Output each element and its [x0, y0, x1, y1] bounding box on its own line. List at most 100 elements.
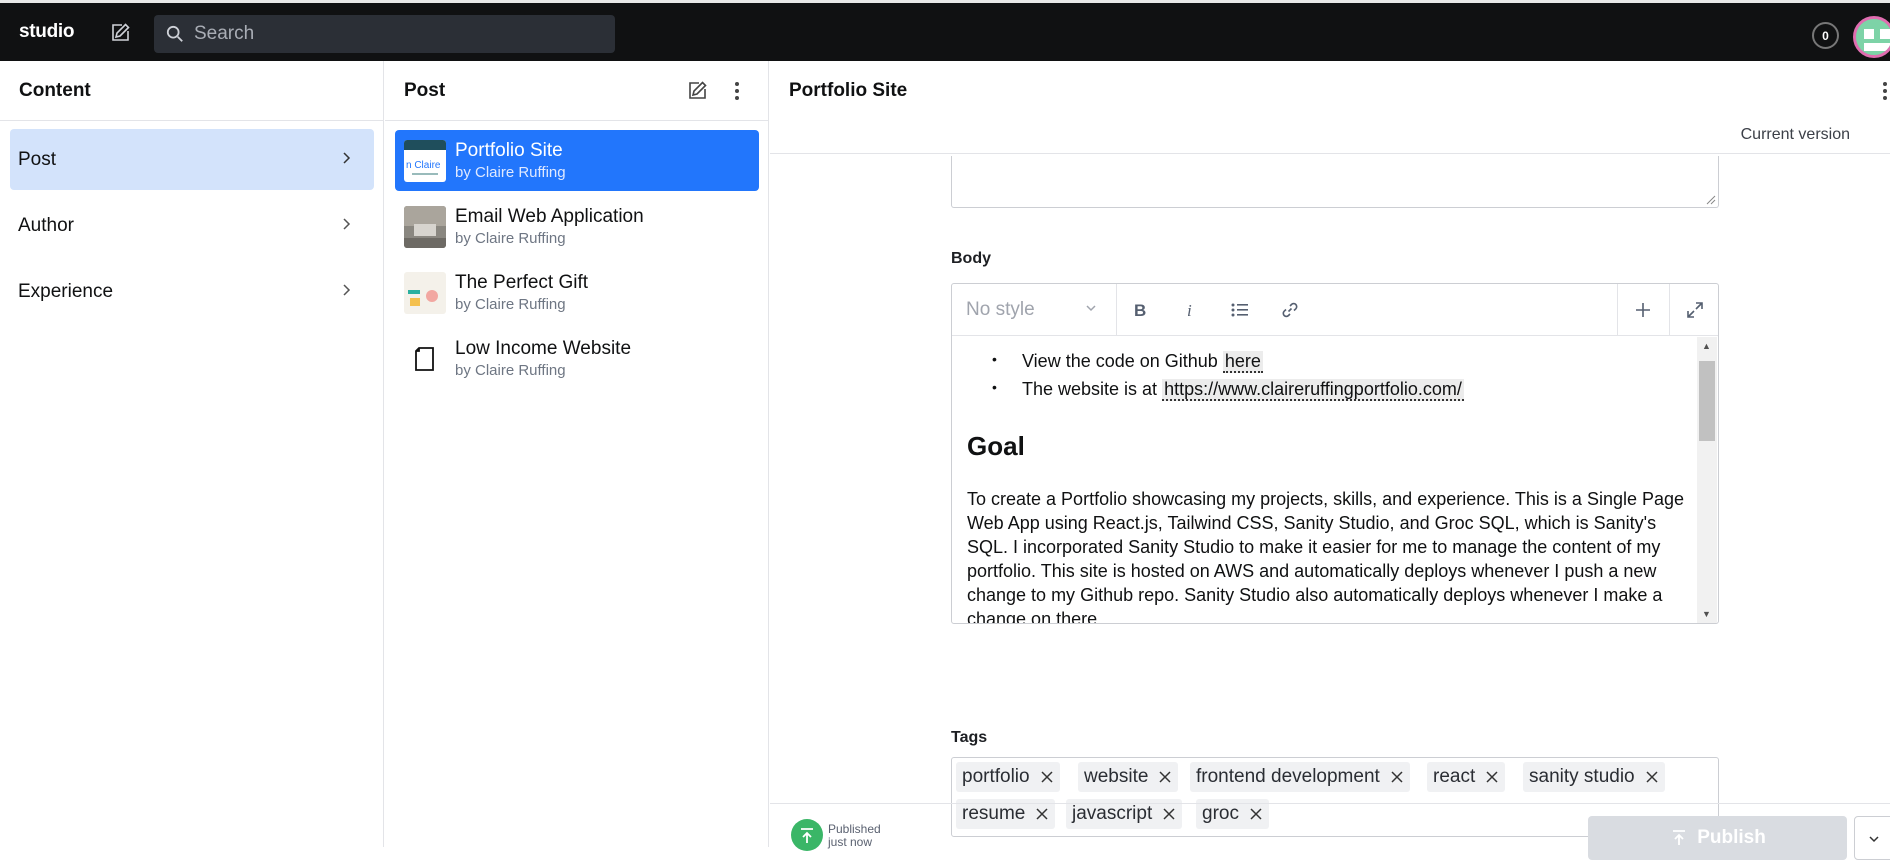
document-item[interactable]: Email Web Application by Claire Ruffing: [395, 196, 759, 257]
close-icon[interactable]: [1645, 770, 1659, 784]
toolbar-divider: [1617, 284, 1618, 336]
bullet-list-icon[interactable]: [1227, 297, 1253, 323]
editor-toolbar: No style B i: [952, 284, 1718, 336]
chevron-down-icon: [1869, 836, 1879, 843]
editor-content[interactable]: • View the code on Github here • The web…: [952, 337, 1698, 623]
tag-chip[interactable]: react: [1427, 762, 1506, 792]
close-icon[interactable]: [1485, 770, 1499, 784]
plus-icon[interactable]: [1630, 297, 1656, 323]
body-paragraph: To create a Portfolio showcasing my proj…: [967, 489, 1685, 623]
document-subtitle: by Claire Ruffing: [455, 164, 566, 181]
create-document-icon[interactable]: [685, 79, 709, 109]
search-bar[interactable]: [154, 15, 615, 53]
nav-item-author[interactable]: Author: [10, 195, 374, 256]
document-item[interactable]: Low Income Website by Claire Ruffing: [395, 328, 759, 389]
nav-item-experience[interactable]: Experience: [10, 261, 374, 322]
chevron-right-icon: [340, 215, 352, 237]
close-icon[interactable]: [1040, 770, 1054, 784]
user-avatar[interactable]: [1853, 16, 1890, 58]
document-item[interactable]: The Perfect Gift by Claire Ruffing: [395, 262, 759, 323]
document-subtitle: by Claire Ruffing: [455, 296, 566, 313]
close-icon[interactable]: [1158, 770, 1172, 784]
post-pane: Post n Claire Portfolio Site by Claire R…: [385, 61, 769, 847]
description-textarea[interactable]: [951, 156, 1719, 208]
publish-menu-button[interactable]: [1854, 816, 1890, 860]
scroll-up-icon[interactable]: ▲: [1702, 341, 1711, 351]
tag-label: frontend development: [1196, 766, 1380, 787]
editor-pane: Portfolio Site Current version Body No s…: [770, 61, 1890, 860]
publish-status-time: just now: [828, 835, 873, 849]
publish-icon: [1673, 830, 1686, 845]
more-menu-icon[interactable]: [734, 79, 740, 109]
toolbar-divider: [1116, 284, 1117, 336]
publish-button-label: Publish: [1697, 827, 1766, 848]
tag-chip[interactable]: sanity studio: [1523, 762, 1665, 792]
tag-chip[interactable]: frontend development: [1190, 762, 1410, 792]
nav-item-label: Post: [18, 148, 57, 170]
heading-goal: Goal: [967, 431, 1025, 461]
top-navbar: studio 0: [0, 0, 1890, 61]
document-thumbnail: [404, 206, 446, 248]
scroll-down-icon[interactable]: ▼: [1702, 609, 1711, 619]
notification-badge[interactable]: 0: [1812, 22, 1839, 49]
document-title: Email Web Application: [455, 206, 644, 227]
divider: [770, 153, 1890, 154]
bullet-text: The website is at: [1022, 379, 1163, 399]
document-icon: [404, 338, 446, 380]
close-icon[interactable]: [1390, 770, 1404, 784]
website-link[interactable]: https://www.claireruffingportfolio.com/: [1162, 379, 1464, 401]
chevron-right-icon: [340, 149, 352, 171]
italic-icon[interactable]: i: [1177, 297, 1203, 323]
expand-icon[interactable]: [1682, 297, 1708, 323]
tag-label: sanity studio: [1529, 766, 1635, 787]
nav-item-post[interactable]: Post: [10, 129, 374, 190]
post-pane-header: Post: [385, 61, 768, 121]
tag-label: react: [1433, 766, 1476, 787]
github-link[interactable]: here: [1222, 351, 1263, 373]
link-icon[interactable]: [1277, 297, 1303, 323]
tag-label: portfolio: [962, 766, 1030, 787]
body-field-label: Body: [951, 250, 991, 267]
bullet-dot: •: [992, 379, 997, 395]
document-title: Portfolio Site: [455, 140, 563, 161]
document-item[interactable]: n Claire Portfolio Site by Claire Ruffin…: [395, 130, 759, 191]
svg-text:n Claire: n Claire: [406, 160, 441, 171]
tag-chip[interactable]: website: [1078, 762, 1179, 792]
svg-text:B: B: [1134, 302, 1146, 318]
search-icon: [166, 25, 183, 42]
published-status-icon: [791, 819, 823, 851]
chevron-down-icon[interactable]: [1084, 301, 1098, 320]
scrollbar-thumb[interactable]: [1699, 361, 1715, 441]
chevron-right-icon: [340, 281, 352, 303]
studio-logo[interactable]: studio: [19, 21, 75, 43]
tags-field-label: Tags: [951, 729, 988, 746]
editor-pane-header: Portfolio Site: [770, 61, 1890, 121]
bullet-dot: •: [992, 351, 997, 367]
tag-label: website: [1084, 766, 1149, 787]
body-editor[interactable]: No style B i • View the code on Github h…: [951, 283, 1719, 624]
toolbar-divider: [1669, 284, 1670, 336]
document-subtitle: by Claire Ruffing: [455, 230, 566, 247]
tag-chip[interactable]: portfolio: [956, 762, 1060, 792]
nav-item-label: Experience: [18, 280, 114, 302]
bullet-text: View the code on Github: [1022, 351, 1223, 371]
post-pane-title: Post: [404, 79, 446, 101]
content-pane-header: Content: [0, 61, 383, 121]
document-title: Low Income Website: [455, 338, 632, 359]
editor-scrollbar[interactable]: ▲ ▼: [1697, 337, 1717, 623]
style-select[interactable]: No style: [966, 299, 1035, 321]
content-pane-title: Content: [19, 79, 91, 101]
document-thumbnail: [404, 272, 446, 314]
current-version-label[interactable]: Current version: [1741, 126, 1850, 144]
nav-item-label: Author: [18, 214, 74, 236]
editor-pane-title: Portfolio Site: [789, 80, 908, 101]
bold-icon[interactable]: B: [1127, 297, 1153, 323]
editor-footer: Published just now Publish: [770, 803, 1890, 860]
publish-button[interactable]: Publish: [1588, 816, 1847, 860]
more-menu-icon[interactable]: [1882, 79, 1888, 109]
content-pane: Content Post Author Experience: [0, 61, 384, 847]
svg-text:i: i: [1187, 302, 1192, 318]
search-input[interactable]: [194, 23, 594, 45]
compose-icon[interactable]: [108, 21, 132, 45]
document-title: The Perfect Gift: [455, 272, 589, 293]
